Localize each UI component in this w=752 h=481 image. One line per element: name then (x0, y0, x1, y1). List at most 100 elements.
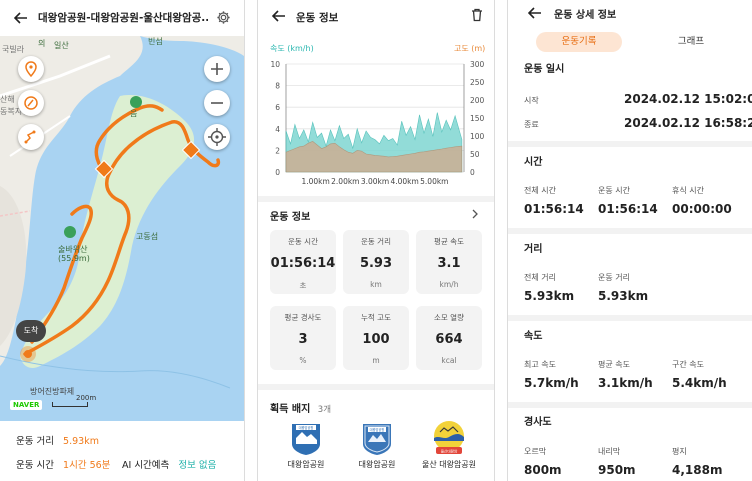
stat-card-distance: 운동 거리 5.93 km (343, 230, 409, 294)
end-value: 2024.02.12 16:58:20 (624, 116, 752, 130)
workout-info-screen: 운동 정보 속도 (km/h) 고도 (m) 0 2 4 6 8 10 0 50 100 150 2… (258, 0, 494, 481)
badge-emblem-text: 울산대왕암 (441, 448, 458, 453)
map-label: 국빌라 (2, 45, 25, 54)
compass-button[interactable] (18, 90, 44, 116)
scale-bar (52, 402, 88, 407)
badges-title-text: 획득 배지 (270, 404, 311, 415)
plus-icon (211, 63, 223, 75)
tab-graph[interactable]: 그래프 (648, 32, 734, 52)
badge-name: 대왕암공원 (287, 460, 325, 469)
total-time-label: 전체 시간 (524, 186, 556, 195)
y-tick-right: 150 (470, 114, 485, 123)
my-location-button[interactable] (204, 124, 230, 150)
panel-divider (244, 0, 258, 481)
map-label: 빈섬 (148, 37, 163, 46)
time-value: 1시간 56분 (63, 460, 111, 471)
map-label: 일산 (54, 41, 69, 50)
moving-time-value: 01:56:14 (598, 202, 658, 216)
y-tick-right: 0 (470, 168, 475, 177)
section-separator (258, 196, 494, 202)
uphill-label: 오르막 (524, 447, 547, 456)
stat-label: 운동 시간 (288, 237, 318, 246)
total-distance-label: 전체 거리 (524, 273, 556, 282)
y-tick-left: 10 (270, 60, 280, 69)
back-arrow-icon[interactable] (528, 6, 542, 20)
location-pin-button[interactable] (18, 56, 44, 82)
moving-time-label: 운동 시간 (598, 186, 630, 195)
compass-icon (24, 96, 38, 110)
moving-distance-label: 운동 거리 (598, 273, 630, 282)
badge-icon[interactable]: 대왕암공원 (359, 422, 395, 456)
stat-unit: % (299, 356, 307, 365)
crosshair-icon (208, 128, 226, 146)
speed-altitude-chart[interactable]: 02468100501001502002503001.00km 2.00km 3.0… (258, 56, 494, 192)
y-tick-right: 300 (470, 60, 485, 69)
route-map[interactable]: 의 빈섬 일산 국빌라 산해 동복지센터 음 술바위산 (55.9m) 고동섬 … (0, 36, 244, 421)
speed-axis-label: 속도 (km/h) (270, 44, 314, 53)
map-label: 고동섬 (136, 232, 159, 241)
x-tick: 1.00km (301, 177, 329, 186)
route-header: 대왕암공원-대왕암공원-울산대왕암공... (0, 0, 244, 36)
stat-card-elevation: 누적 고도 100 m (343, 306, 409, 370)
stat-label: 평균 경사도 (284, 313, 322, 322)
ai-label: AI 시간예측 (122, 460, 170, 471)
stat-card-calories: 소모 열량 664 kcal (416, 306, 482, 370)
zoom-out-button[interactable] (204, 90, 230, 116)
x-tick: 3.00km (361, 177, 389, 186)
max-speed-label: 최고 속도 (524, 360, 556, 369)
max-speed-value: 5.7km/h (524, 376, 579, 390)
finish-marker[interactable]: 도착 (16, 320, 46, 342)
total-distance-value: 5.93km (524, 289, 575, 303)
route-map-screen: 대왕암공원-대왕암공원-울산대왕암공... 의 빈섬 일산 국빌라 산해 동복지… (0, 0, 244, 481)
badges-count: 3개 (317, 405, 332, 415)
back-arrow-icon[interactable] (14, 11, 28, 25)
map-label: 산해 (0, 95, 15, 104)
y-tick-left: 4 (275, 125, 280, 134)
section-separator (258, 384, 494, 390)
section-separator (508, 228, 752, 234)
gear-icon[interactable] (216, 10, 231, 25)
slope-section-title: 경사도 (524, 417, 552, 428)
stat-label: 운동 거리 (361, 237, 391, 246)
distance-section-title: 거리 (524, 244, 543, 255)
downhill-value: 950m (598, 463, 636, 477)
y-tick-left: 6 (275, 103, 280, 112)
route-title: 대왕암공원-대왕암공원-울산대왕암공... (38, 12, 208, 24)
workout-detail-screen: 운동 상세 정보 운동기록 그래프 운동 일시 시작 2024.02.12 15… (508, 0, 752, 481)
time-label: 운동 시간 (16, 460, 54, 471)
avg-speed-label: 평균 속도 (598, 360, 630, 369)
rest-time-value: 00:00:00 (672, 202, 732, 216)
minus-icon (211, 102, 223, 104)
stat-card-time: 운동 시간 01:56:14 초 (270, 230, 336, 294)
time-section-title: 시간 (524, 157, 543, 168)
stat-value: 3.1 (437, 256, 461, 271)
ai-prediction-row: AI 시간예측 정보 없음 (122, 457, 216, 471)
route-toggle-button[interactable] (18, 124, 44, 150)
tab-record[interactable]: 운동기록 (536, 32, 622, 52)
time-row: 운동 시간 1시간 56분 (16, 457, 110, 471)
section-separator (508, 315, 752, 321)
section-separator (508, 141, 752, 147)
stat-card-avg-speed: 평균 속도 3.1 km/h (416, 230, 482, 294)
y-tick-right: 250 (470, 78, 485, 87)
stat-value: 01:56:14 (270, 256, 336, 271)
chevron-right-icon[interactable] (470, 209, 480, 219)
stat-unit: km (370, 280, 382, 289)
route-summary: 운동 거리 5.93km 운동 시간 1시간 56분 AI 시간예측 정보 없음 (0, 421, 244, 481)
badge-icon[interactable]: 대왕암공원 (288, 422, 324, 456)
end-label: 종료 (524, 120, 539, 129)
trash-icon[interactable] (470, 8, 484, 22)
badge-icon[interactable]: 울산대왕암 (430, 420, 468, 456)
y-tick-right: 200 (470, 96, 485, 105)
stat-label: 소모 열량 (434, 313, 464, 322)
section-speed-label: 구간 속도 (672, 360, 704, 369)
total-time-value: 01:56:14 (524, 202, 584, 216)
stat-unit: 초 (299, 281, 307, 290)
stat-unit: kcal (441, 356, 457, 365)
rest-time-label: 휴식 시간 (672, 186, 704, 195)
stat-value: 664 (435, 332, 463, 347)
back-arrow-icon[interactable] (272, 9, 286, 23)
uphill-value: 800m (524, 463, 562, 477)
zoom-in-button[interactable] (204, 56, 230, 82)
workout-section-title: 운동 정보 (270, 212, 311, 223)
